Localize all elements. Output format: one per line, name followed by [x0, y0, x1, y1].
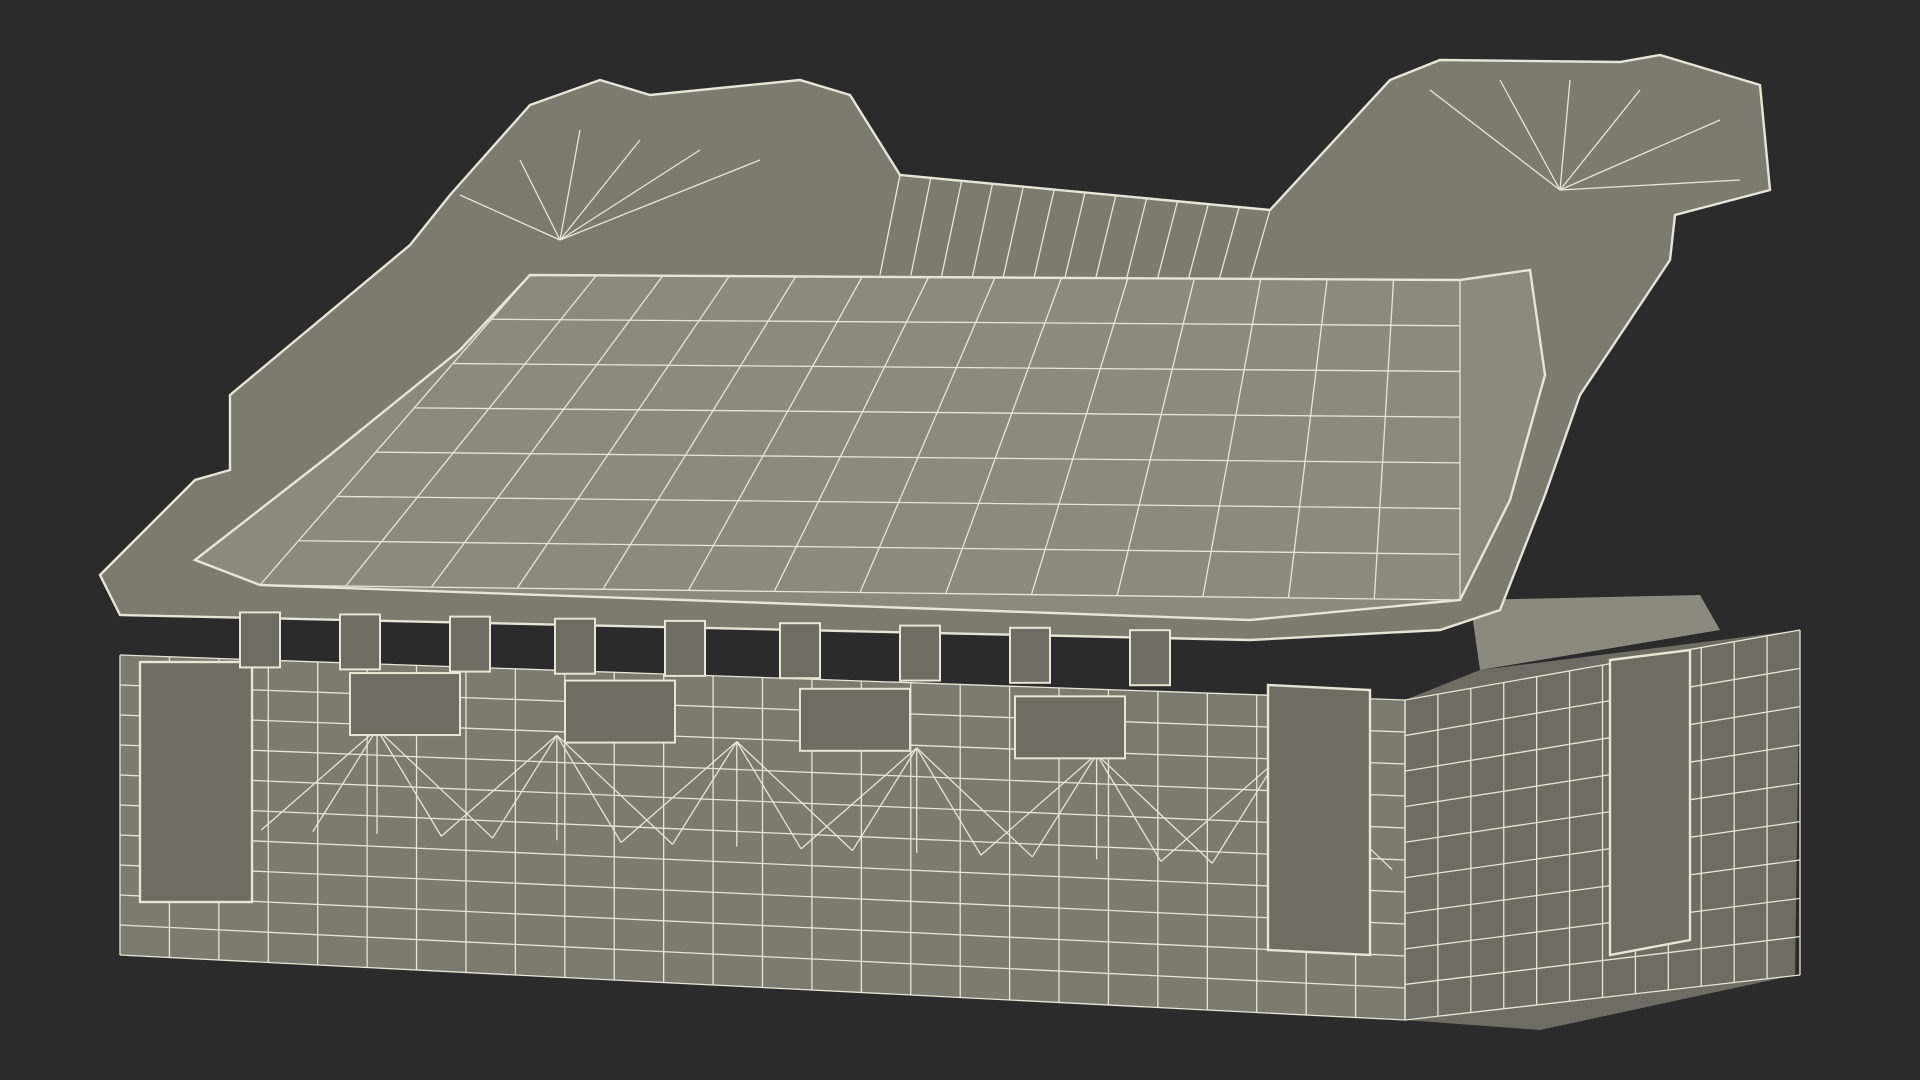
lid-hinge-tab — [664, 619, 706, 677]
lid-hinge-tab — [239, 611, 281, 669]
lid-hinge-tab — [339, 613, 381, 671]
front-latch-clip — [564, 679, 676, 744]
case-side-latch — [1608, 648, 1692, 957]
case-front-corner-left — [138, 660, 254, 904]
render-viewport — [0, 0, 1920, 1080]
lid-hinge-tab — [1129, 629, 1171, 687]
lid-hinge-tab — [899, 624, 941, 682]
lid-hinge-tab — [779, 622, 821, 680]
front-latch-clip — [1014, 695, 1126, 760]
lid-hinge-tab — [449, 615, 491, 673]
front-latch-clip — [349, 672, 461, 737]
case-lid — [98, 53, 1772, 687]
case-front-corner-right — [1266, 683, 1372, 957]
lid-hinge-tab — [554, 617, 596, 675]
lid-hinge-tab — [1009, 626, 1051, 684]
front-latch-clip — [799, 687, 911, 752]
wireframe-case-model — [98, 53, 1801, 1030]
